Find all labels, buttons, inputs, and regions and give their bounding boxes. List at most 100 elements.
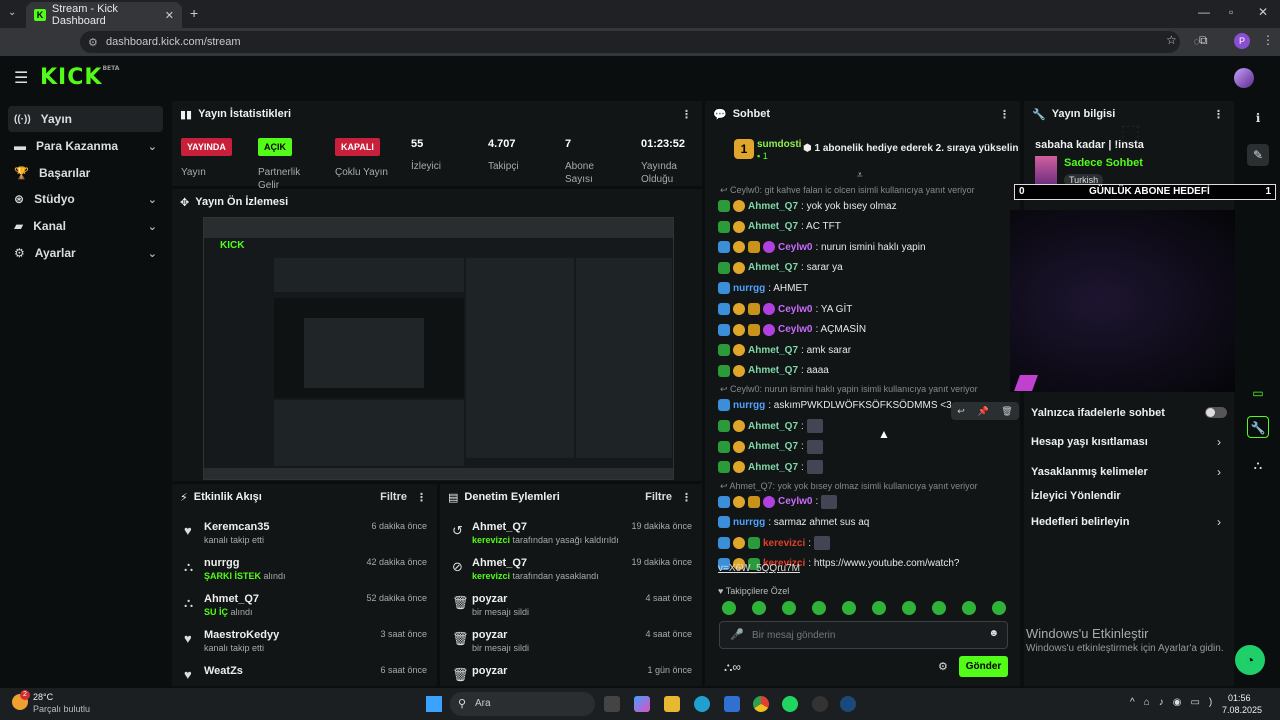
clock-date[interactable]: 7.08.2025 (1222, 705, 1262, 715)
setting-banned-words[interactable]: Yasaklanmış kelimeler (1031, 466, 1148, 478)
setting-account-age[interactable]: Hesap yaşı kısıtlaması (1031, 436, 1148, 448)
edge-icon[interactable] (694, 696, 710, 712)
setting-raid[interactable]: İzleyici Yönlendir (1031, 490, 1121, 502)
pinned-gifter[interactable]: 1 (734, 139, 754, 159)
tab-list-icon[interactable]: ⌄ (8, 7, 16, 18)
browser-tab[interactable]: K Stream - Kick Dashboard ✕ (26, 2, 182, 28)
user-name[interactable]: Ahmet_Q7 (472, 521, 527, 533)
site-info-icon[interactable]: ⚙ (88, 36, 98, 49)
browser-menu-icon[interactable]: ⋮ (1262, 33, 1274, 47)
chat-username[interactable]: nurrgg (733, 517, 765, 528)
chat-message[interactable]: Ahmet_Q7: AC TFT (718, 218, 841, 236)
explorer-icon[interactable] (664, 696, 680, 712)
chat-username[interactable]: Ahmet_Q7 (748, 221, 798, 232)
chat-message[interactable]: kerevizci: (718, 534, 831, 552)
sidebar-item-yayin[interactable]: ((·)) Yayın (8, 106, 163, 132)
obs-icon[interactable] (812, 696, 828, 712)
chat-username[interactable]: Ahmet_Q7 (748, 365, 798, 376)
chat-username[interactable]: Ceylw0 (778, 324, 812, 335)
chat-username[interactable]: Ceylw0 (778, 304, 812, 315)
collapse-pinned-icon[interactable]: ⩡ (857, 170, 863, 181)
chat-username[interactable]: nurrgg (733, 283, 765, 294)
info-icon[interactable]: ℹ (1247, 107, 1269, 129)
sidebar-item-studyo[interactable]: ⊛ Stüdyo ⌄ (8, 186, 163, 212)
emote-button[interactable] (902, 601, 916, 615)
sidebar-item-basarilar[interactable]: 🏆 Başarılar (8, 160, 163, 186)
chat-username[interactable]: nurrgg (733, 400, 765, 411)
user-name[interactable]: Keremcan35 (204, 521, 269, 533)
pinned-user[interactable]: sumdosti (757, 139, 801, 150)
close-tab-icon[interactable]: ✕ (165, 9, 174, 22)
user-avatar[interactable] (1234, 68, 1254, 88)
weather-desc[interactable]: Parçalı bulutlu (33, 704, 90, 714)
copilot-icon[interactable] (634, 696, 650, 712)
user-name[interactable]: Ahmet_Q7 (472, 557, 527, 569)
store-icon[interactable] (724, 696, 740, 712)
taskbar-search[interactable]: ⚲ Ara (450, 692, 595, 716)
start-icon[interactable] (426, 696, 442, 712)
delete-icon[interactable]: 🗑 (1001, 406, 1012, 417)
chat-message[interactable]: Ahmet_Q7: (718, 458, 823, 476)
extensions-icon[interactable]: ⧉ (1199, 33, 1208, 48)
close-window-icon[interactable]: ✕ (1258, 5, 1268, 19)
sidebar-item-para-kazanma[interactable]: ▬ Para Kazanma ⌄ (8, 133, 163, 159)
chat-message[interactable]: Ahmet_Q7: (718, 417, 823, 435)
wrench-tool-icon[interactable]: 🔧 (1247, 416, 1269, 438)
chevron-right-icon[interactable]: › (1217, 435, 1221, 449)
new-tab-icon[interactable]: + (190, 5, 198, 21)
chat-username[interactable]: Ahmet_Q7 (748, 262, 798, 273)
hamburger-menu-icon[interactable]: ☰ (14, 68, 28, 88)
chat-settings-icon[interactable]: ⚙ (938, 660, 948, 673)
setting-emotes-only[interactable]: Yalnızca ifadelerle sohbet (1031, 407, 1165, 419)
bookmark-star-icon[interactable]: ☆ (1166, 33, 1177, 47)
mic-icon[interactable]: 🎤 (730, 628, 744, 641)
user-name[interactable]: MaestroKedyy (204, 629, 279, 641)
filter-button[interactable]: Filtre (380, 491, 407, 503)
emote-button[interactable] (992, 601, 1006, 615)
user-name[interactable]: Ahmet_Q7 (204, 593, 259, 605)
taskview-icon[interactable] (604, 696, 620, 712)
chat-message[interactable]: nurrgg: askımPWKDLWÖFKSÖFKSÖDMMS <3 (718, 396, 952, 414)
chat-message[interactable]: nurrgg: AHMET (718, 279, 808, 297)
chat-input-box[interactable]: 🎤 ☻ (719, 621, 1008, 649)
support-chat-icon[interactable]: ◔ (1235, 645, 1265, 675)
emote-button[interactable] (722, 601, 736, 615)
chat-username[interactable]: Ahmet_Q7 (748, 345, 798, 356)
minimize-icon[interactable]: — (1198, 5, 1210, 19)
stream-preview-video[interactable]: KICK (203, 217, 674, 480)
clock-time[interactable]: 01:56 (1228, 693, 1251, 703)
filter-button[interactable]: Filtre (645, 491, 672, 503)
chat-username[interactable]: Ahmet_Q7 (748, 421, 798, 432)
maximize-icon[interactable]: ▫ (1229, 5, 1233, 19)
edit-icon[interactable]: ✎ (1247, 144, 1269, 166)
user-name[interactable]: poyzar (472, 593, 507, 605)
chat-username[interactable]: Ahmet_Q7 (748, 462, 798, 473)
emote-button[interactable] (812, 601, 826, 615)
emote-button[interactable] (782, 601, 796, 615)
chevron-right-icon[interactable]: › (1217, 515, 1221, 529)
panel-menu-icon[interactable]: ⋮ (1213, 108, 1224, 121)
emote-button[interactable] (752, 601, 766, 615)
chat-message[interactable]: Ahmet_Q7: sarar ya (718, 259, 843, 277)
tray-icons[interactable]: ^⌂♪◉▭) (1130, 697, 1221, 708)
chat-message[interactable]: Ahmet_Q7: yok yok bısey olmaz (718, 197, 897, 215)
sidebar-item-kanal[interactable]: ▰ Kanal ⌄ (8, 213, 163, 239)
reply-icon[interactable]: ↩ (957, 406, 965, 417)
chat-username[interactable]: kerevizci (763, 538, 805, 549)
setting-goals[interactable]: Hedefleri belirleyin (1031, 516, 1129, 528)
chat-message[interactable]: Ahmet_Q7: (718, 438, 823, 456)
chat-message[interactable]: Ceylw0: nurun ismini haklı yapin (718, 238, 926, 256)
panel-menu-icon[interactable]: ⋮ (416, 491, 427, 504)
chat-username[interactable]: Ahmet_Q7 (748, 441, 798, 452)
kick-logo[interactable]: KICKBETA (40, 65, 119, 90)
chevron-right-icon[interactable]: › (1217, 465, 1221, 479)
emotes-only-toggle[interactable] (1205, 407, 1227, 418)
user-name[interactable]: poyzar (472, 665, 507, 677)
profile-avatar[interactable]: P (1234, 33, 1250, 49)
user-name[interactable]: nurrgg (204, 557, 239, 569)
chat-message[interactable]: Ahmet_Q7: aaaa (718, 362, 829, 380)
chat-message[interactable]: Ceylw0: AÇMASİN (718, 321, 866, 339)
url-bar[interactable]: ⚙ dashboard.kick.com/stream ◌ (80, 31, 1200, 53)
emote-button[interactable] (932, 601, 946, 615)
chat-message[interactable]: Ceylw0: (718, 493, 838, 511)
